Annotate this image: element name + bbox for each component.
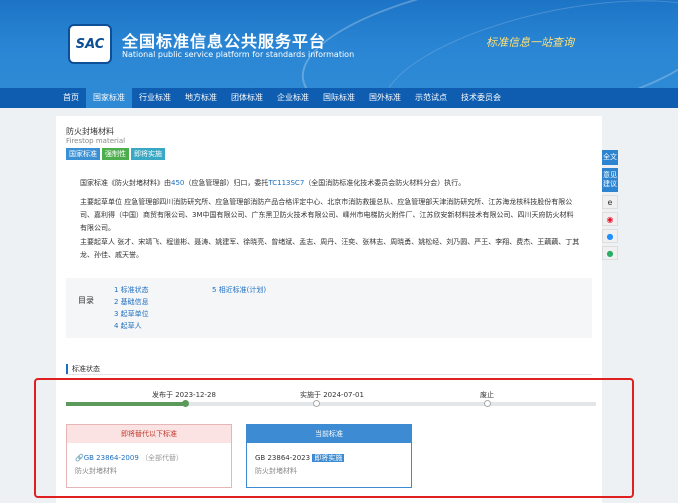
badge-national: 国家标准 [66,148,100,160]
toc-item-status[interactable]: 1 标准状态 [114,285,149,296]
nav-item-local[interactable]: 地方标准 [178,88,224,108]
drafting-units: 主要起草单位 应急管理部四川消防研究所、应急管理部消防产品合格评定中心、北京市消… [80,198,574,232]
site-subtitle: National public service platform for sta… [122,50,355,59]
desc-text: 国家标准《防火封堵材料》由 [80,179,171,187]
nav-item-home[interactable]: 首页 [56,88,86,108]
toc-item-related[interactable]: 5 相近标准(计划) [212,285,266,296]
standard-description: 国家标准《防火封堵材料》由450（应急管理部）归口，委托TC113SC7（全国消… [80,177,580,190]
nav-item-foreign[interactable]: 国外标准 [362,88,408,108]
table-of-contents: 目录 1 标准状态 2 基础信息 3 起草单位 4 起草人 5 相近标准(计划) [66,278,592,338]
logo-text: SAC [75,36,105,52]
status-section-title: 标准状态 [66,364,100,374]
org-code-link[interactable]: 450 [171,179,184,187]
nav-item-committee[interactable]: 技术委员会 [454,88,508,108]
nav-item-pilot[interactable]: 示范试点 [408,88,454,108]
nav-item-industry[interactable]: 行业标准 [132,88,178,108]
toc-item-basic[interactable]: 2 基础信息 [114,297,149,308]
desc-text: （应急管理部）归口，委托 [184,179,269,187]
tc-link[interactable]: TC113SC7 [268,179,304,187]
nav-item-group[interactable]: 团体标准 [224,88,270,108]
standard-title-en: Firestop material [66,137,126,145]
drafters: 主要起草人 张才、宋靖飞、程道彬、聂涛、姚建军、徐晓亮、曾绪斌、孟志、周丹、汪奕… [80,238,580,259]
badge-mandatory: 强制性 [102,148,129,160]
main-nav: 首页 国家标准 行业标准 地方标准 团体标准 企业标准 国际标准 国外标准 示范… [0,88,678,108]
section-divider [66,374,592,375]
nav-item-national[interactable]: 国家标准 [86,88,132,108]
standard-badges: 国家标准 强制性 即将实施 [66,148,165,160]
share-icon[interactable]: e [602,195,618,209]
nav-item-international[interactable]: 国际标准 [316,88,362,108]
standard-title: 防火封堵材料 [66,127,114,136]
feedback-button[interactable]: 意见建议 [602,168,618,192]
toc-label: 目录 [78,296,94,305]
badge-upcoming: 即将实施 [131,148,165,160]
toc-item-drafters[interactable]: 4 起草人 [114,321,149,332]
desc-text: （全国消防标准化技术委员会防火材料分会）执行。 [304,179,466,187]
float-toolbar: 全文 意见建议 e ◉ ● ● [602,150,618,260]
weibo-icon[interactable]: ◉ [602,212,618,226]
toc-column-2: 5 相近标准(计划) [212,285,266,296]
nav-item-enterprise[interactable]: 企业标准 [270,88,316,108]
toc-item-units[interactable]: 3 起草单位 [114,309,149,320]
highlight-outline [34,378,634,498]
fulltext-button[interactable]: 全文 [602,150,618,165]
toc-column-1: 1 标准状态 2 基础信息 3 起草单位 4 起草人 [114,285,149,332]
wechat-icon[interactable]: ● [602,246,618,260]
site-title: 全国标准信息公共服务平台 [122,32,327,51]
slogan: 标准信息一站查询 [486,36,574,49]
sac-logo[interactable]: SAC [68,24,112,64]
qq-icon[interactable]: ● [602,229,618,243]
site-header: SAC 全国标准信息公共服务平台 National public service… [0,0,678,88]
